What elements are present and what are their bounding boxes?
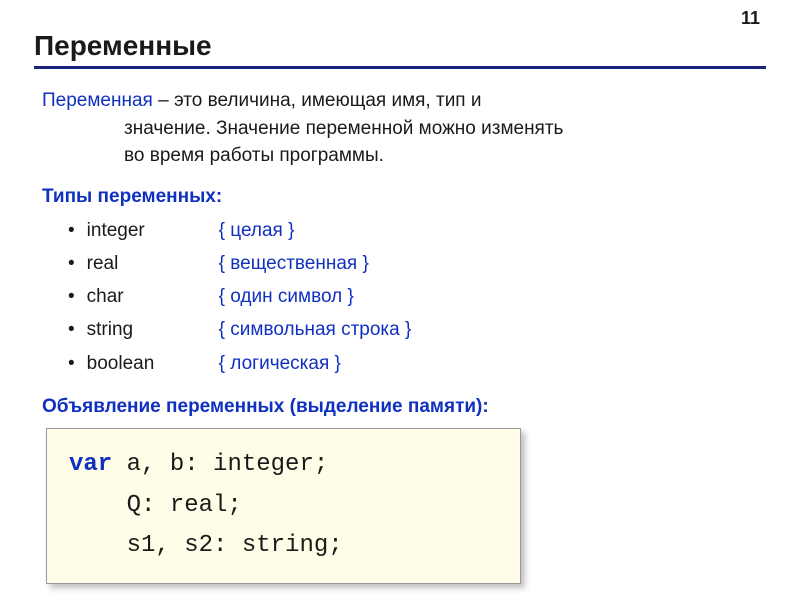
page-number: 11	[741, 8, 760, 29]
slide-title: Переменные	[34, 30, 766, 62]
list-item: boolean { логическая }	[68, 347, 766, 380]
type-comment: { целая }	[219, 214, 295, 247]
definition-line3: во время работы программы.	[42, 142, 766, 170]
code-line: s1, s2: string;	[69, 526, 498, 567]
definition-line2: значение. Значение переменной можно изме…	[42, 115, 766, 143]
declaration-label: Объявление переменных (выделение памяти)…	[34, 396, 766, 418]
title-underline	[34, 66, 766, 69]
types-list: integer { целая } real { вещественная } …	[34, 214, 766, 380]
list-item: integer { целая }	[68, 214, 766, 247]
type-comment: { вещественная }	[219, 247, 369, 280]
definition-term: Переменная	[42, 90, 153, 111]
definition-part1: – это величина, имеющая имя, тип и	[153, 90, 482, 111]
type-name: real	[87, 247, 219, 280]
list-item: real { вещественная }	[68, 247, 766, 280]
type-name: string	[87, 313, 219, 346]
type-comment: { логическая }	[219, 347, 341, 380]
code-line: Q: real;	[69, 486, 498, 527]
type-comment: { символьная строка }	[219, 313, 412, 346]
code-block: var a, b: integer; Q: real; s1, s2: stri…	[46, 428, 521, 584]
list-item: char { один символ }	[68, 280, 766, 313]
code-keyword: var	[69, 451, 112, 478]
list-item: string { символьная строка }	[68, 313, 766, 346]
type-name: integer	[87, 214, 219, 247]
type-name: char	[87, 280, 219, 313]
definition-block: Переменная – это величина, имеющая имя, …	[34, 87, 766, 170]
type-name: boolean	[87, 347, 219, 380]
types-label: Типы переменных:	[34, 186, 766, 208]
code-line: var a, b: integer;	[69, 445, 498, 486]
type-comment: { один символ }	[219, 280, 354, 313]
code-text: a, b: integer;	[112, 451, 328, 478]
